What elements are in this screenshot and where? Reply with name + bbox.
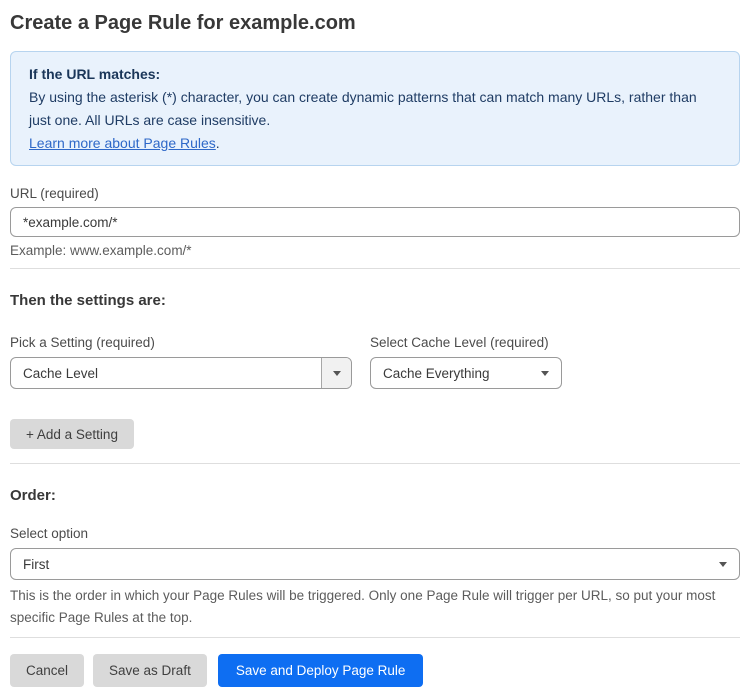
settings-row: Pick a Setting (required) Cache Level Se… xyxy=(10,309,740,389)
save-draft-button[interactable]: Save as Draft xyxy=(93,654,207,687)
dropdown-arrow-icon xyxy=(321,358,351,388)
dropdown-arrow-icon xyxy=(541,370,561,376)
learn-more-link[interactable]: Learn more about Page Rules xyxy=(29,135,216,151)
setting-select[interactable]: Cache Level xyxy=(10,357,352,389)
info-box-body: By using the asterisk (*) character, you… xyxy=(29,89,697,128)
add-setting-button[interactable]: + Add a Setting xyxy=(10,419,134,449)
page-rule-form: Create a Page Rule for example.com If th… xyxy=(0,12,750,697)
divider xyxy=(10,637,740,638)
info-box-link-line: Learn more about Page Rules. xyxy=(29,132,721,155)
setting-select-value: Cache Level xyxy=(23,365,99,381)
form-actions: Cancel Save as Draft Save and Deploy Pag… xyxy=(10,654,740,687)
info-box-heading: If the URL matches: xyxy=(29,66,161,82)
cancel-button[interactable]: Cancel xyxy=(10,654,85,687)
order-helper-text: This is the order in which your Page Rul… xyxy=(10,588,716,625)
settings-section-heading: Then the settings are: xyxy=(10,292,166,309)
order-select-value: First xyxy=(23,556,50,572)
cache-level-select-label: Select Cache Level (required) xyxy=(370,335,549,350)
setting-column: Pick a Setting (required) Cache Level xyxy=(10,309,352,389)
url-example-helper: Example: www.example.com/* xyxy=(10,243,192,258)
cache-level-select-value: Cache Everything xyxy=(383,365,490,381)
page-title: Create a Page Rule for example.com xyxy=(10,12,356,34)
order-section-heading: Order: xyxy=(10,487,56,504)
dropdown-arrow-icon xyxy=(719,561,739,567)
setting-select-label: Pick a Setting (required) xyxy=(10,335,155,350)
divider xyxy=(10,268,740,269)
cache-level-select[interactable]: Cache Everything xyxy=(370,357,562,389)
order-select[interactable]: First xyxy=(10,548,740,580)
divider xyxy=(10,463,740,464)
link-suffix: . xyxy=(215,135,220,151)
order-select-label: Select option xyxy=(10,526,89,541)
url-match-info-box: If the URL matches: By using the asteris… xyxy=(10,51,740,166)
url-input[interactable] xyxy=(10,207,740,237)
url-field-label: URL (required) xyxy=(10,186,99,201)
save-deploy-button[interactable]: Save and Deploy Page Rule xyxy=(217,654,424,687)
cache-level-column: Select Cache Level (required) Cache Ever… xyxy=(370,309,562,389)
